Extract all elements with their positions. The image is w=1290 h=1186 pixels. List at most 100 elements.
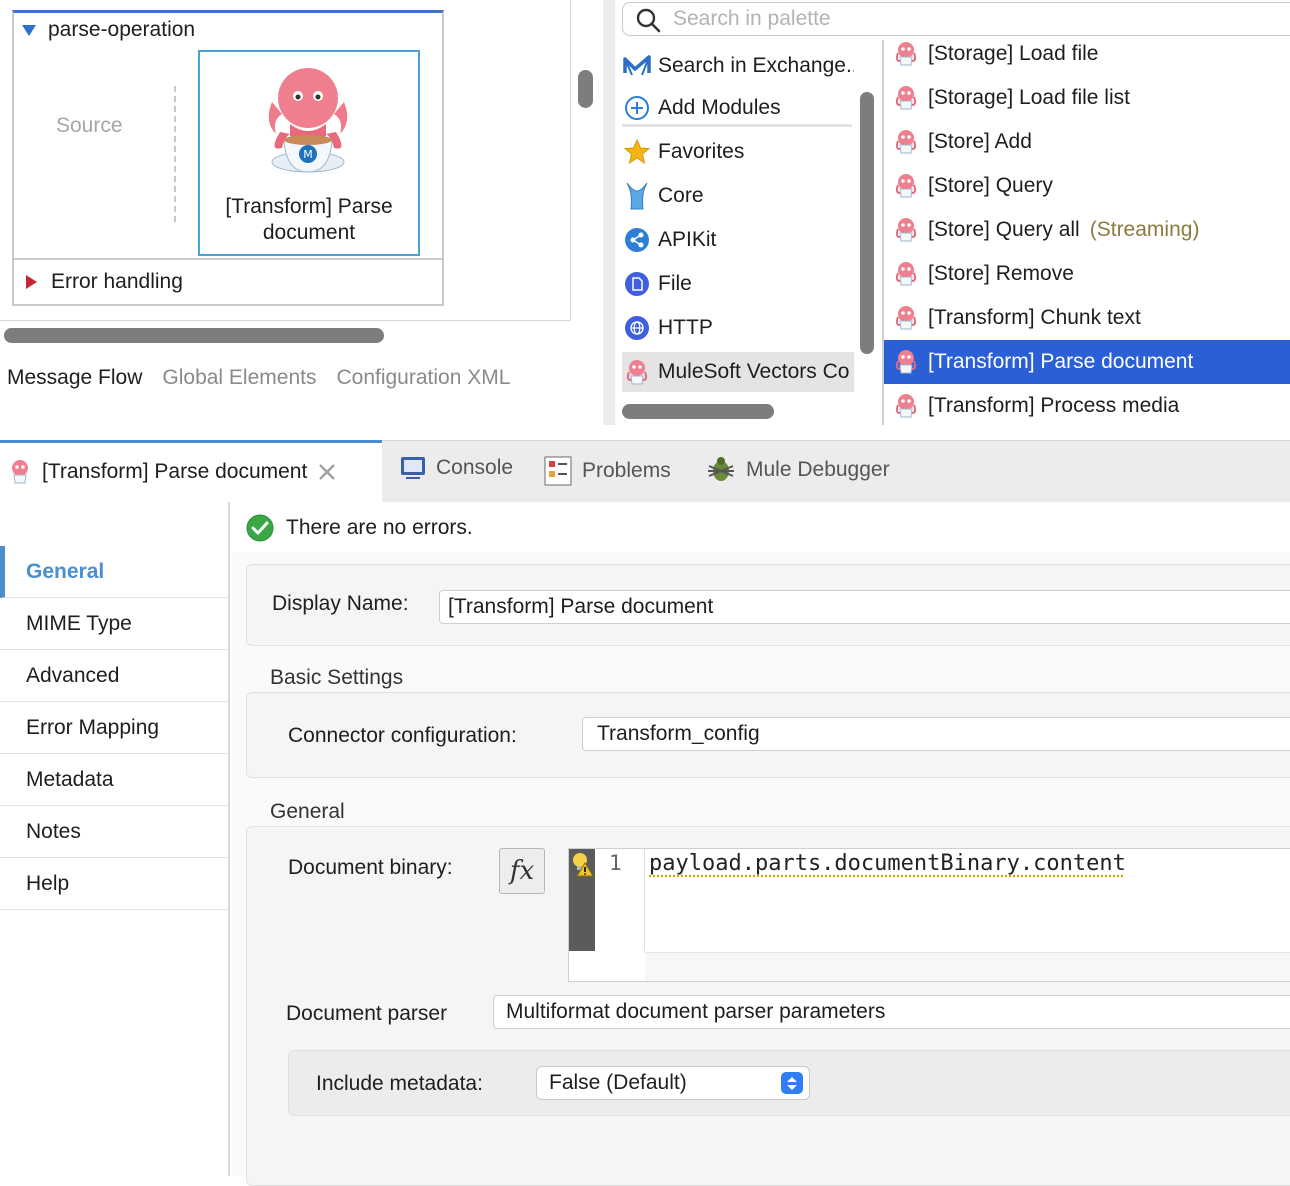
octopus-icon xyxy=(894,173,918,199)
dataweave-expression-editor[interactable]: 1 payload.parts.documentBinary.content xyxy=(568,848,1290,982)
palette-operation-item[interactable]: [Store] Query xyxy=(884,164,1290,208)
select-arrows-icon xyxy=(781,1072,803,1094)
document-parser-field[interactable]: Multiformat document parser parameters xyxy=(493,995,1290,1029)
operation-label: [Storage] Load file xyxy=(928,42,1099,65)
tab-message-flow[interactable]: Message Flow xyxy=(7,366,142,390)
palette-search-input[interactable] xyxy=(673,6,1273,32)
palette-operation-item[interactable]: [Storage] Load file list xyxy=(884,76,1290,120)
operation-label: [Store] Add xyxy=(928,130,1032,153)
tab-label: Problems xyxy=(582,459,671,482)
file-icon xyxy=(622,269,652,299)
flow-title: parse-operation xyxy=(48,18,196,41)
palette-operation-item[interactable]: [Storage] Load file xyxy=(884,32,1290,76)
palette-operations: [Storage] Load file [Storage] Load file l… xyxy=(884,34,1290,425)
palette-operation-item[interactable]: [Transform] Parse document xyxy=(884,340,1290,384)
properties-nav: General MIME Type Advanced Error Mapping… xyxy=(0,502,230,1176)
display-name-field[interactable]: [Transform] Parse document xyxy=(439,590,1290,624)
category-label: APIKit xyxy=(658,228,717,251)
category-label: Search in Exchange... xyxy=(658,54,854,77)
console-icon xyxy=(401,457,425,479)
flow-header[interactable]: parse-operation xyxy=(22,18,195,42)
core-icon xyxy=(622,181,652,211)
category-search-exchange[interactable]: Search in Exchange... xyxy=(622,46,854,86)
category-core[interactable]: Core xyxy=(622,176,854,216)
expand-triangle-icon[interactable] xyxy=(26,275,37,289)
operation-label: [Transform] Chunk text xyxy=(928,306,1141,329)
tab-properties[interactable]: [Transform] Parse document xyxy=(0,440,382,502)
palette-search-box[interactable] xyxy=(622,2,1290,36)
category-favorites[interactable]: Favorites xyxy=(622,132,854,172)
editor-annotation-gutter xyxy=(569,849,595,951)
connector-config-field[interactable]: Transform_config xyxy=(582,717,1290,751)
octopus-icon xyxy=(894,85,918,111)
octopus-icon xyxy=(894,349,918,375)
problems-icon xyxy=(544,456,572,486)
collapse-triangle-icon[interactable] xyxy=(22,24,36,36)
fx-toggle-button[interactable]: fx xyxy=(499,848,545,894)
error-handling-header[interactable]: Error handling xyxy=(26,270,183,294)
canvas-horizontal-scrollbar[interactable] xyxy=(4,328,384,343)
operation-label: [Store] Remove xyxy=(928,262,1074,285)
octopus-icon xyxy=(894,129,918,155)
svg-text:M: M xyxy=(303,148,313,161)
tab-mule-debugger[interactable]: Mule Debugger xyxy=(706,456,890,484)
canvas-border xyxy=(570,0,571,320)
transform-parse-document-component[interactable]: M [Transform] Parse document xyxy=(198,50,420,256)
star-icon xyxy=(622,137,652,167)
palette-splitter[interactable] xyxy=(603,0,615,425)
category-label: Add Modules xyxy=(658,96,781,119)
basic-settings-title: Basic Settings xyxy=(270,666,404,689)
palette-operation-item[interactable]: [Transform] Chunk text xyxy=(884,296,1290,340)
tab-global-elements[interactable]: Global Elements xyxy=(162,366,316,390)
tab-problems[interactable]: Problems xyxy=(544,456,671,486)
editor-horizontal-scrollbar[interactable] xyxy=(645,952,1290,981)
close-icon[interactable] xyxy=(317,462,337,482)
category-add-modules[interactable]: Add Modules xyxy=(622,88,854,128)
nav-general[interactable]: General xyxy=(0,546,228,598)
status-text: There are no errors. xyxy=(286,516,473,539)
add-circle-icon xyxy=(622,93,652,123)
tab-configuration-xml[interactable]: Configuration XML xyxy=(336,366,510,390)
include-metadata-select[interactable]: False (Default) xyxy=(536,1066,810,1100)
document-parser-label: Document parser xyxy=(286,1002,448,1025)
expression-text[interactable]: payload.parts.documentBinary.content xyxy=(649,851,1126,876)
category-label: File xyxy=(658,272,692,295)
nav-help[interactable]: Help xyxy=(0,858,228,910)
canvas-vertical-scrollbar[interactable] xyxy=(578,70,593,108)
operation-label: [Transform] Parse document xyxy=(928,350,1194,373)
octopus-icon xyxy=(894,217,918,243)
octopus-icon xyxy=(622,357,652,387)
error-divider xyxy=(12,258,444,260)
editor-tabs: Message Flow Global Elements Configurati… xyxy=(0,366,510,390)
nav-error-mapping[interactable]: Error Mapping xyxy=(0,702,228,754)
display-name-label: Display Name: xyxy=(272,592,409,615)
search-icon xyxy=(636,8,661,33)
category-apikit[interactable]: APIKit xyxy=(622,220,854,260)
palette-operation-item[interactable]: [Store] Add xyxy=(884,120,1290,164)
nav-mime-type[interactable]: MIME Type xyxy=(0,598,228,650)
category-label: Favorites xyxy=(658,140,745,163)
operation-label: [Storage] Load file list xyxy=(928,86,1130,109)
bug-icon xyxy=(708,457,734,481)
tab-console[interactable]: Console xyxy=(400,456,513,480)
octopus-icon xyxy=(894,41,918,67)
nav-advanced[interactable]: Advanced xyxy=(0,650,228,702)
palette-operation-item[interactable]: [Transform] Process media xyxy=(884,384,1290,428)
palette-operation-item[interactable]: [Store] Query all (Streaming) xyxy=(884,208,1290,252)
nav-metadata[interactable]: Metadata xyxy=(0,754,228,806)
category-file[interactable]: File xyxy=(622,264,854,304)
warning-bulb-icon[interactable] xyxy=(570,851,594,877)
nav-notes[interactable]: Notes xyxy=(0,806,228,858)
categories-vertical-scrollbar[interactable] xyxy=(860,92,874,354)
categories-horizontal-scrollbar[interactable] xyxy=(622,404,774,419)
operation-label: [Transform] Process media xyxy=(928,394,1180,417)
octopus-icon: M xyxy=(268,68,348,173)
category-http[interactable]: HTTP xyxy=(622,308,854,348)
check-circle-icon xyxy=(246,514,274,542)
category-mulesoft-vectors[interactable]: MuleSoft Vectors Co xyxy=(622,352,854,392)
tab-properties-content: [Transform] Parse document xyxy=(8,459,337,485)
operation-note: (Streaming) xyxy=(1089,218,1200,241)
category-label: MuleSoft Vectors Co xyxy=(658,360,850,383)
operation-label: [Store] Query xyxy=(928,174,1053,197)
palette-operation-item[interactable]: [Store] Remove xyxy=(884,252,1290,296)
